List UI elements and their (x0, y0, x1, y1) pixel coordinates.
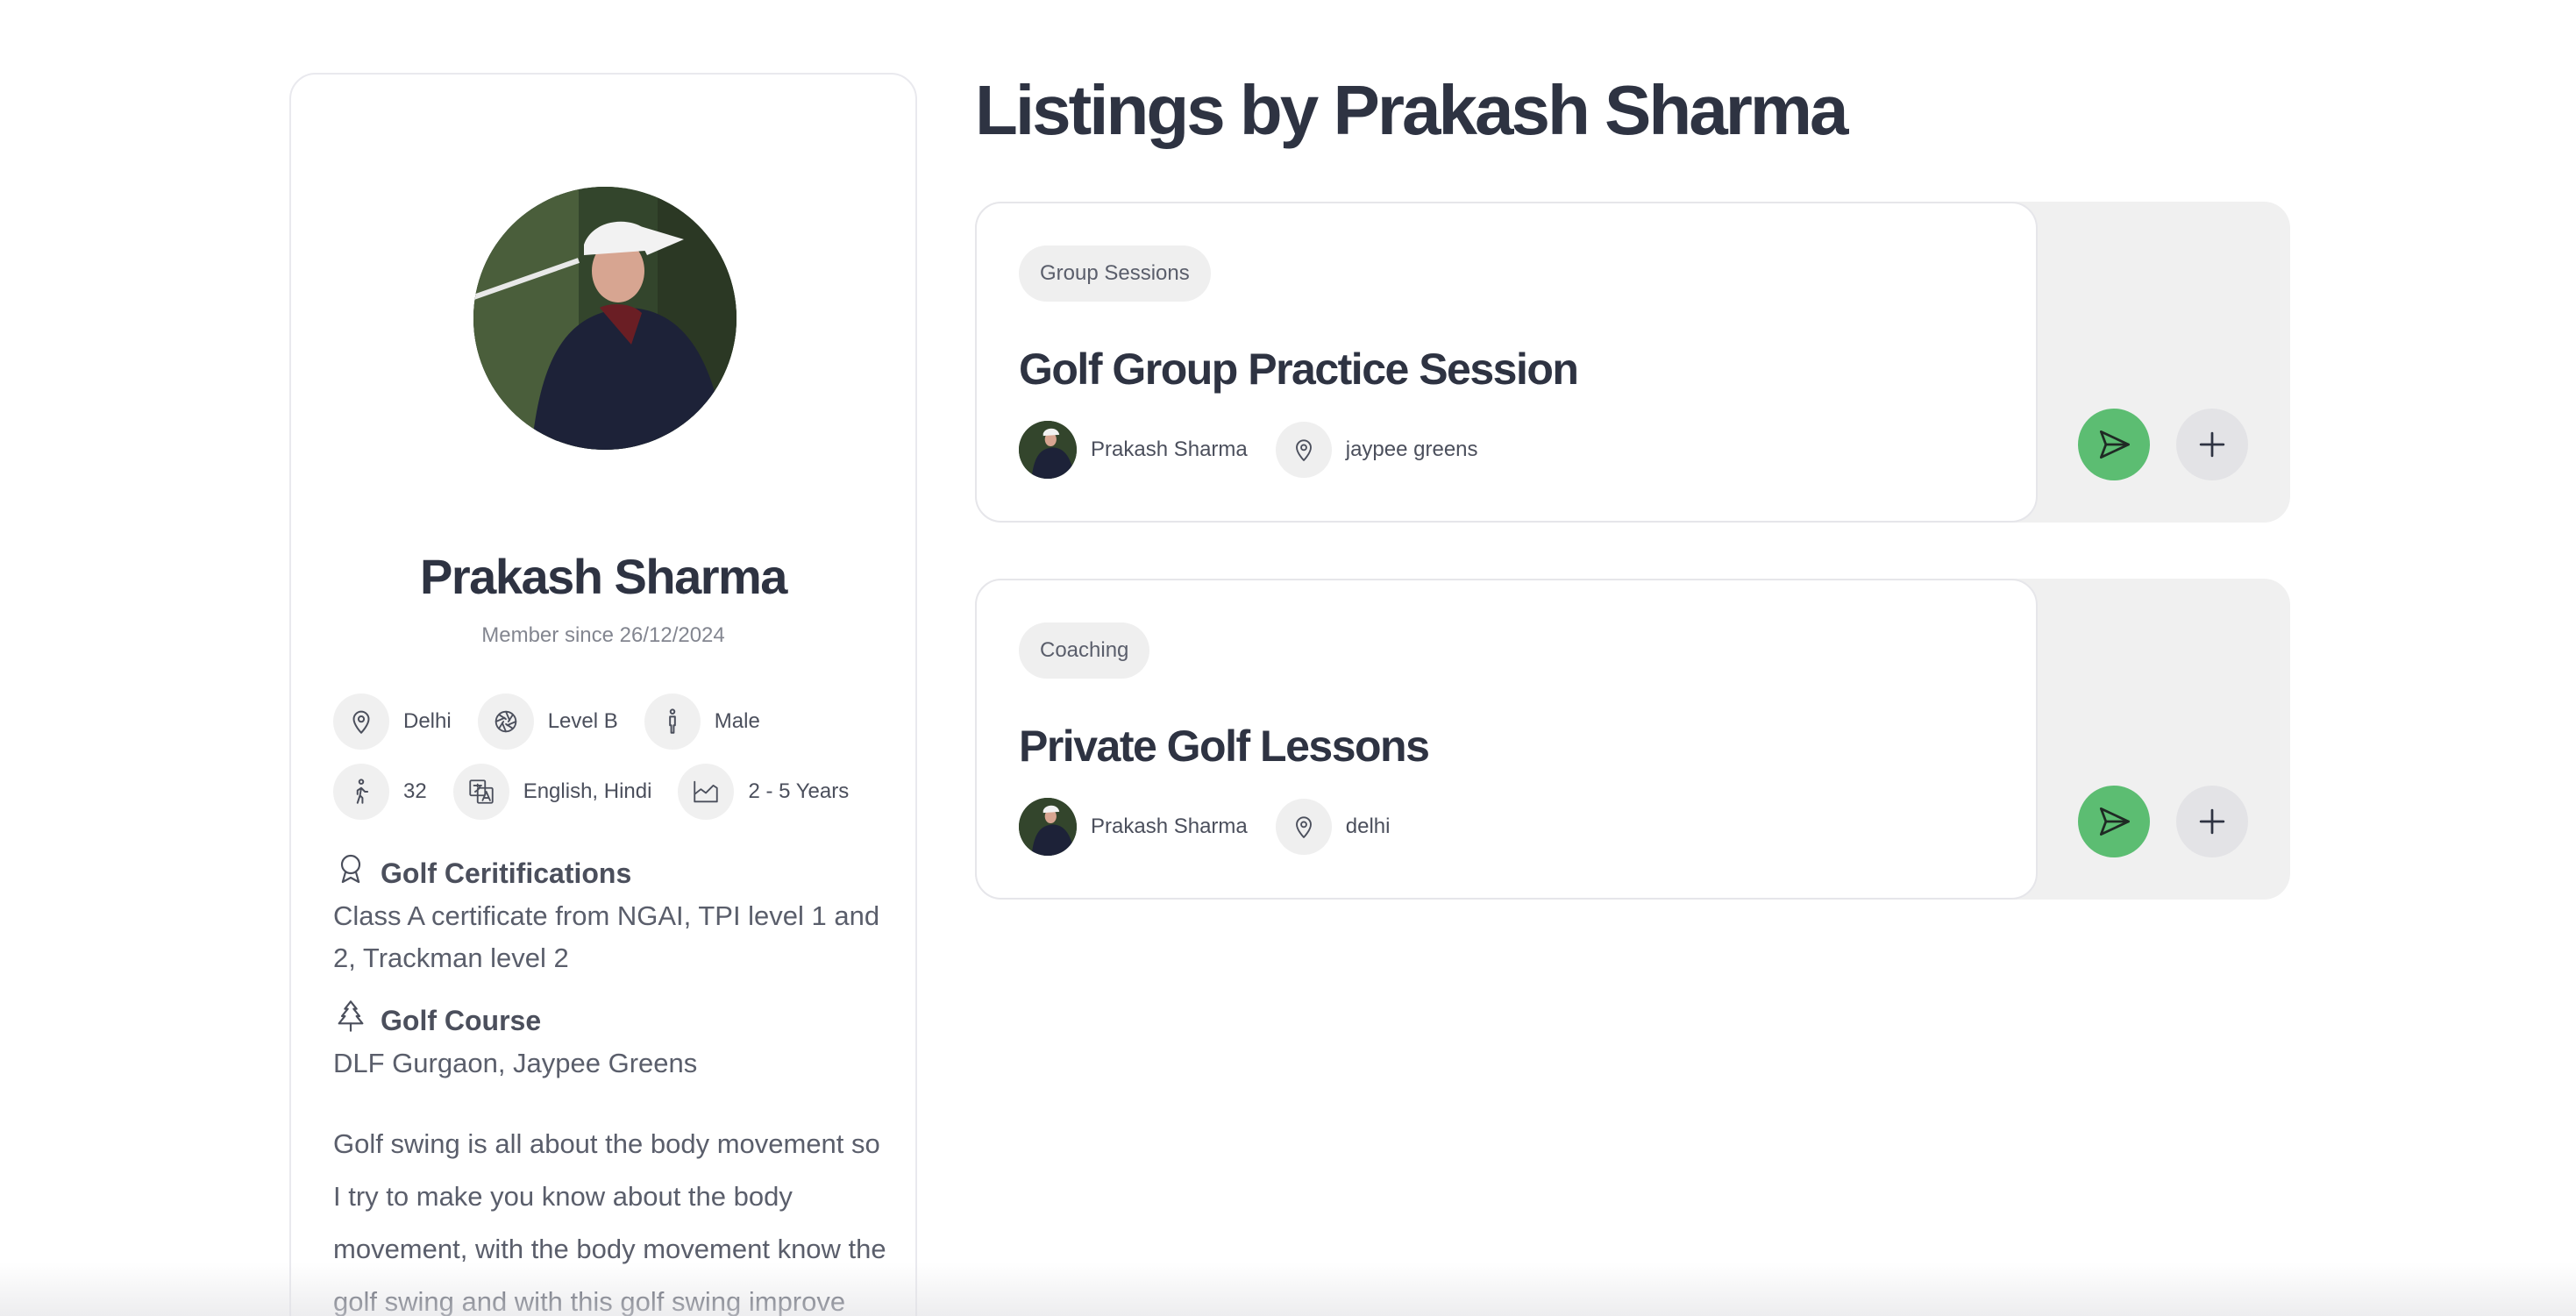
profile-details-row-2: 32 English, Hindi 2 - 5 Years (333, 764, 875, 820)
profile-name: Prakash Sharma (420, 549, 787, 604)
plus-icon (2199, 808, 2225, 835)
person-standing-icon (644, 694, 701, 750)
listing-card[interactable]: Group Sessions Golf Group Practice Sessi… (975, 202, 2290, 523)
host-name: Prakash Sharma (1091, 437, 1248, 461)
plus-icon (2199, 431, 2225, 458)
profile-details-row-1: Delhi Level B Male (333, 694, 786, 750)
detail-level: Level B (477, 694, 618, 750)
detail-age-text: 32 (403, 779, 427, 803)
tree-icon (338, 1000, 364, 1032)
add-button[interactable] (2176, 409, 2248, 480)
language-icon (452, 764, 509, 820)
golf-course-title: Golf Course (381, 1004, 542, 1036)
detail-experience-text: 2 - 5 Years (748, 779, 850, 803)
certifications-title: Golf Ceritifications (381, 857, 632, 889)
category-badge: Group Sessions (1019, 245, 1211, 302)
add-button[interactable] (2176, 786, 2248, 857)
detail-gender: Male (644, 694, 760, 750)
certifications-section: Golf Ceritifications Class A certificate… (333, 851, 894, 979)
listing-main[interactable]: Coaching Private Golf Lessons Prakash Sh… (975, 579, 2038, 900)
map-pin-icon (1275, 422, 1332, 478)
category-badge: Coaching (1019, 622, 1150, 679)
detail-age: 32 (333, 764, 427, 820)
listing-card[interactable]: Coaching Private Golf Lessons Prakash Sh… (975, 579, 2290, 900)
golf-course-text: DLF Gurgaon, Jaypee Greens (333, 1048, 698, 1078)
listings-heading: Listings by Prakash Sharma (975, 71, 1849, 149)
listing-main[interactable]: Group Sessions Golf Group Practice Sessi… (975, 202, 2038, 523)
member-since: Member since 26/12/2024 (481, 623, 725, 647)
detail-languages-text: English, Hindi (523, 779, 652, 803)
host-avatar (1019, 421, 1077, 479)
detail-level-text: Level B (547, 709, 618, 733)
profile-bio: Golf swing is all about the body movemen… (333, 1128, 886, 1316)
listing-title[interactable]: Private Golf Lessons (1019, 721, 1430, 772)
listing-meta: Prakash Sharma jaypee greens (1019, 421, 1506, 479)
host-name: Prakash Sharma (1091, 814, 1248, 838)
send-icon (2099, 430, 2130, 459)
detail-languages: English, Hindi (452, 764, 652, 820)
listing-location: jaypee greens (1345, 437, 1478, 461)
listing-title[interactable]: Golf Group Practice Session (1019, 344, 1579, 395)
award-icon (340, 854, 361, 884)
map-pin-icon (333, 694, 389, 750)
person-walking-icon (333, 764, 389, 820)
aperture-icon (477, 694, 534, 750)
detail-location: Delhi (333, 694, 452, 750)
map-pin-icon (1275, 799, 1332, 855)
profile-card: Prakash Sharma Member since 26/12/2024 D… (289, 73, 917, 1316)
chart-area-icon (678, 764, 735, 820)
certifications-text: Class A certificate from NGAI, TPI level… (333, 900, 880, 973)
listing-meta: Prakash Sharma delhi (1019, 798, 1418, 856)
profile-avatar (473, 187, 737, 450)
send-icon (2099, 807, 2130, 836)
send-message-button[interactable] (2078, 786, 2150, 857)
host-avatar (1019, 798, 1077, 856)
golf-course-section: Golf Course DLF Gurgaon, Jaypee Greens (333, 999, 894, 1085)
detail-location-text: Delhi (403, 709, 452, 733)
listing-location: delhi (1345, 814, 1391, 838)
send-message-button[interactable] (2078, 409, 2150, 480)
detail-gender-text: Male (714, 709, 760, 733)
detail-experience: 2 - 5 Years (678, 764, 849, 820)
